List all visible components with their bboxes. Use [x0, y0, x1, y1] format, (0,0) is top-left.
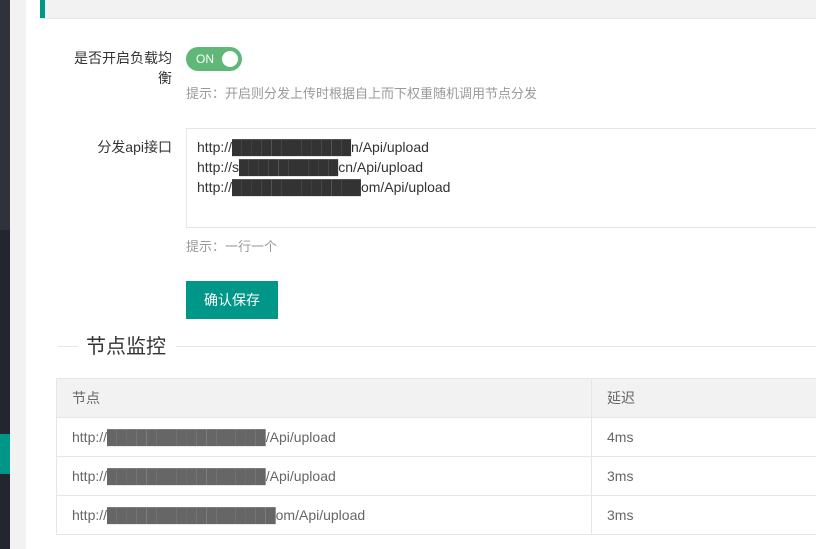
table-header-row: 节点 延迟 [56, 378, 816, 418]
node-cell: http://████████████████/Api/upload [56, 417, 592, 457]
switch-knob [222, 51, 238, 67]
table-row: http://█████████████████om/Api/upload 3m… [56, 495, 816, 535]
api-endpoints-textarea[interactable]: http://████████████n/Api/upload http://s… [186, 128, 816, 228]
column-header-node: 节点 [56, 378, 592, 418]
legend-divider-left [58, 346, 78, 347]
monitor-legend: 节点监控 [86, 336, 166, 358]
table-row: http://████████████████/Api/upload 4ms [56, 417, 816, 457]
node-cell: http://████████████████/Api/upload [56, 456, 592, 496]
latency-cell: 4ms [591, 417, 816, 457]
gutter [10, 0, 26, 549]
balance-hint: 提示：开启则分发上传时根据自上而下权重随机调用节点分发 [186, 86, 538, 101]
content-panel: 是否开启负载均衡 ON 提示：开启则分发上传时根据自上而下权重随机调用节点分发 … [26, 0, 816, 549]
api-hint: 提示：一行一个 [186, 239, 278, 254]
column-header-latency: 延迟 [591, 378, 816, 418]
latency-cell: 3ms [591, 456, 816, 496]
sidebar-upper [0, 0, 10, 230]
legend-divider-right [176, 346, 816, 347]
latency-cell: 3ms [591, 495, 816, 535]
api-line: http://████████████n/Api/upload [197, 139, 429, 155]
balance-label: 是否开启负载均衡 [74, 50, 172, 86]
load-balance-switch[interactable]: ON [186, 47, 242, 71]
panel-header [40, 0, 816, 19]
api-label: 分发api接口 [97, 139, 172, 155]
api-line: http://s██████████cn/Api/upload [197, 159, 424, 175]
sidebar-active-indicator [0, 434, 10, 474]
switch-text: ON [196, 52, 214, 66]
save-button[interactable]: 确认保存 [186, 281, 278, 319]
node-monitor-table: 节点 延迟 http://████████████████/Api/upload… [56, 378, 816, 535]
panel-header-mark [40, 0, 45, 18]
api-line: http://█████████████om/Api/upload [197, 179, 451, 195]
node-cell: http://█████████████████om/Api/upload [56, 495, 592, 535]
sidebar-strip [0, 0, 10, 549]
table-row: http://████████████████/Api/upload 3ms [56, 456, 816, 496]
